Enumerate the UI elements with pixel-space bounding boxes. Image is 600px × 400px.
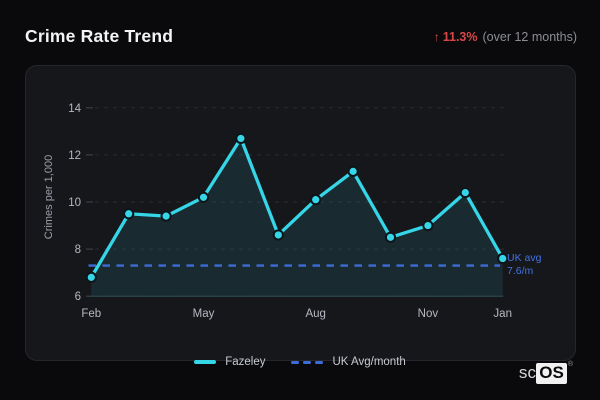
x-tick-label-feb: Feb	[81, 308, 101, 320]
x-tick-label-may: May	[193, 308, 215, 320]
data-point-marker-jul[interactable]	[272, 229, 284, 241]
data-point-marker-nov[interactable]	[422, 219, 434, 232]
x-tick-label-nov: Nov	[418, 308, 439, 320]
crime-trend-chart: 6 8 10 12 14 Feb May Aug Nov Jan	[68, 103, 512, 320]
uk-avg-annotation: UK avg 7.6/m	[507, 252, 541, 278]
x-tick-label-jan: Jan	[493, 308, 512, 320]
data-point-marker-apr[interactable]	[160, 210, 172, 222]
data-point-marker-feb[interactable]	[85, 271, 97, 283]
legend-label: Fazeley	[225, 356, 266, 368]
legend-label: UK Avg/month	[332, 356, 406, 368]
data-point-marker-jan[interactable]	[497, 252, 509, 265]
data-point-marker-sep[interactable]	[347, 165, 359, 177]
legend-item-fazeley[interactable]: Fazeley	[194, 356, 265, 368]
logo-prefix: sc	[518, 363, 537, 382]
data-point-marker-jun[interactable]	[235, 132, 247, 145]
x-tick-label-aug: Aug	[305, 308, 325, 320]
data-point-marker-may[interactable]	[197, 191, 210, 203]
uk-avg-annotation-line1: UK avg	[507, 252, 542, 264]
data-point-marker-dec[interactable]	[459, 186, 471, 199]
registered-trademark-icon: ®	[567, 361, 573, 368]
y-tick-label: 8	[75, 244, 81, 256]
y-axis-title: Crimes per 1,000	[43, 154, 55, 240]
logo-suffix: OS	[536, 363, 567, 384]
data-point-marker-oct[interactable]	[384, 231, 397, 243]
y-tick-label: 12	[68, 150, 81, 162]
y-tick-label: 10	[68, 197, 81, 209]
data-point-marker-aug[interactable]	[310, 194, 322, 206]
legend-item-uk-avg[interactable]: UK Avg/month	[291, 356, 406, 368]
y-tick-label: 14	[68, 103, 81, 115]
uk-avg-dashed-swatch-icon	[291, 360, 324, 364]
y-tick-label: 6	[75, 291, 81, 303]
fazeley-line-swatch-icon	[194, 360, 217, 364]
scos-logo: sc OS ®	[518, 361, 573, 384]
chart-legend: Fazeley UK Avg/month	[0, 355, 600, 369]
uk-avg-annotation-line2: 7.6/m	[507, 265, 534, 277]
data-point-marker-mar[interactable]	[123, 208, 135, 220]
